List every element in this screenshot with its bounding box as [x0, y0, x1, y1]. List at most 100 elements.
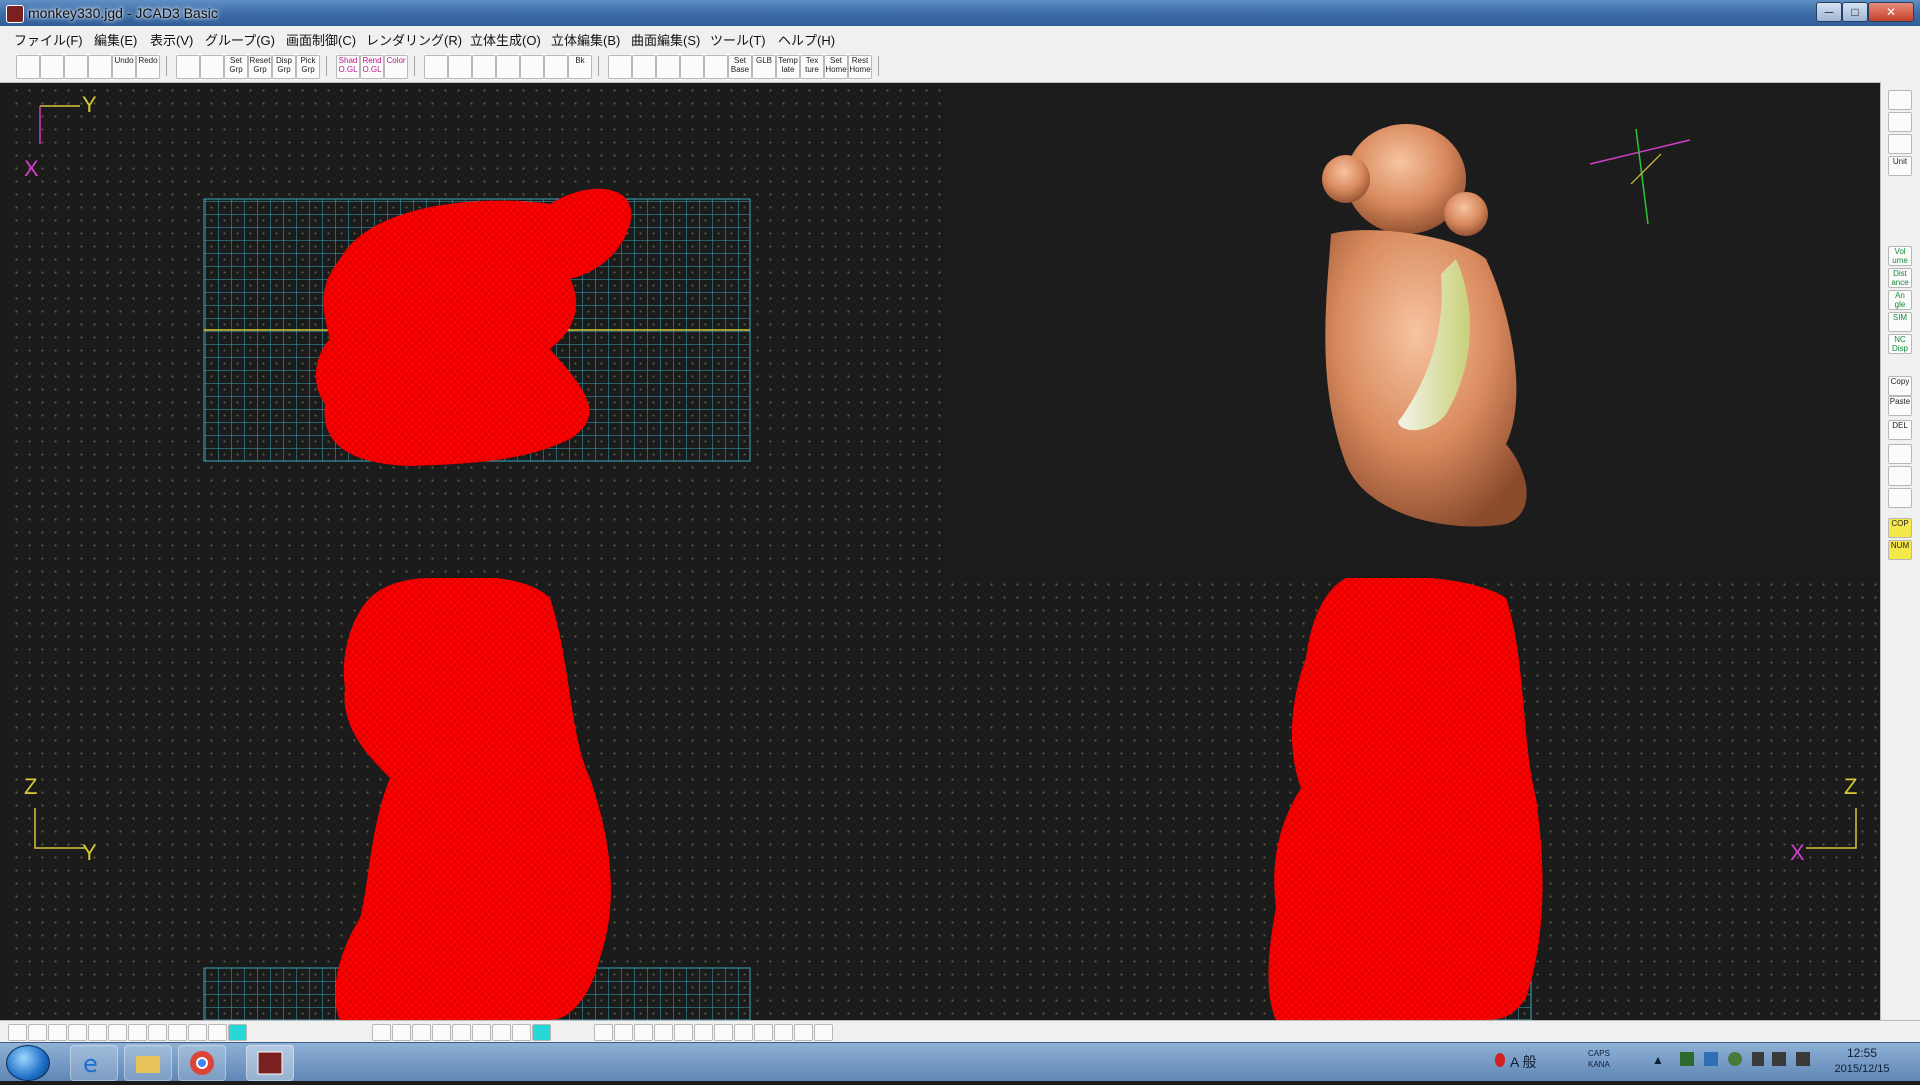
network-icon[interactable]	[1680, 1052, 1694, 1066]
toolbar-button-0-5[interactable]: Redo	[136, 55, 160, 79]
right-panel-button-4[interactable]: Vol ume	[1888, 246, 1912, 266]
toolbar-button-4-2[interactable]	[656, 55, 680, 79]
toolbar-button-2-2[interactable]: Color	[384, 55, 408, 79]
menu-item-0[interactable]: ファイル(F)	[14, 30, 83, 49]
bottom-toolbar-button-20[interactable]	[532, 1024, 551, 1041]
right-panel-button-12[interactable]	[1888, 444, 1912, 464]
tray-icon[interactable]	[1495, 1053, 1505, 1067]
toolbar-button-3-6[interactable]: Bk	[568, 55, 592, 79]
bottom-toolbar-button-25[interactable]	[674, 1024, 693, 1041]
viewport-side[interactable]: Z X	[946, 578, 1880, 1020]
right-panel-button-1[interactable]	[1888, 112, 1912, 132]
rendered-model[interactable]	[1322, 124, 1527, 527]
start-button[interactable]	[6, 1045, 50, 1081]
bottom-toolbar-button-27[interactable]	[714, 1024, 733, 1041]
bottom-toolbar-button-23[interactable]	[634, 1024, 653, 1041]
toolbar-button-2-0[interactable]: Shad O.GL	[336, 55, 360, 79]
menu-item-8[interactable]: 曲面編集(S)	[631, 30, 700, 49]
viewport-front[interactable]: Z Y	[10, 578, 944, 1020]
viewport-perspective[interactable]	[946, 84, 1880, 576]
menu-item-10[interactable]: ヘルプ(H)	[778, 30, 835, 49]
volume-icon[interactable]	[1796, 1052, 1810, 1066]
ie-taskbar-button[interactable]: e	[70, 1045, 118, 1081]
toolbar-button-0-4[interactable]: Undo	[112, 55, 136, 79]
toolbar-button-0-2[interactable]	[64, 55, 88, 79]
right-panel-button-10[interactable]: Paste	[1888, 396, 1912, 416]
bottom-toolbar-button-8[interactable]	[168, 1024, 187, 1041]
ime-indicator[interactable]: A 般	[1510, 1052, 1536, 1072]
toolbar-button-1-0[interactable]	[176, 55, 200, 79]
menu-item-5[interactable]: レンダリング(R)	[366, 30, 462, 49]
toolbar-button-1-3[interactable]: Reset Grp	[248, 55, 272, 79]
bottom-toolbar-button-22[interactable]	[614, 1024, 633, 1041]
bottom-toolbar-button-10[interactable]	[208, 1024, 227, 1041]
bottom-toolbar-button-14[interactable]	[412, 1024, 431, 1041]
right-panel-button-13[interactable]	[1888, 466, 1912, 486]
toolbar-button-0-0[interactable]	[16, 55, 40, 79]
bottom-toolbar-button-3[interactable]	[68, 1024, 87, 1041]
wireframe-model[interactable]	[335, 578, 611, 1020]
toolbar-button-1-2[interactable]: Set Grp	[224, 55, 248, 79]
menu-item-7[interactable]: 立体編集(B)	[551, 30, 620, 49]
bottom-toolbar-button-0[interactable]	[8, 1024, 27, 1041]
viewport-top[interactable]: Y X	[10, 84, 944, 576]
menu-item-9[interactable]: ツール(T)	[710, 30, 766, 49]
bottom-toolbar-button-21[interactable]	[594, 1024, 613, 1041]
toolbar-button-4-10[interactable]: Rest Home	[848, 55, 872, 79]
toolbar-button-4-1[interactable]	[632, 55, 656, 79]
bottom-toolbar-button-26[interactable]	[694, 1024, 713, 1041]
menu-item-1[interactable]: 編集(E)	[94, 30, 137, 49]
toolbar-button-3-0[interactable]	[424, 55, 448, 79]
toolbar-button-0-1[interactable]	[40, 55, 64, 79]
toolbar-button-3-5[interactable]	[544, 55, 568, 79]
toolbar-button-4-8[interactable]: Tex ture	[800, 55, 824, 79]
bottom-toolbar-button-19[interactable]	[512, 1024, 531, 1041]
bottom-toolbar-button-18[interactable]	[492, 1024, 511, 1041]
toolbar-button-1-5[interactable]: Pick Grp	[296, 55, 320, 79]
bottom-toolbar-button-30[interactable]	[774, 1024, 793, 1041]
right-panel-button-2[interactable]	[1888, 134, 1912, 154]
flag-icon[interactable]	[1752, 1052, 1764, 1066]
explorer-taskbar-button[interactable]	[124, 1045, 172, 1081]
bottom-toolbar-button-9[interactable]	[188, 1024, 207, 1041]
toolbar-button-3-3[interactable]	[496, 55, 520, 79]
right-panel-button-14[interactable]	[1888, 488, 1912, 508]
clock-date[interactable]: 2015/12/15	[1826, 1063, 1898, 1075]
right-panel-button-11[interactable]: DEL	[1888, 420, 1912, 440]
toolbar-button-4-7[interactable]: Temp late	[776, 55, 800, 79]
bottom-toolbar-button-1[interactable]	[28, 1024, 47, 1041]
right-panel-button-9[interactable]: Copy	[1888, 376, 1912, 396]
clock-time[interactable]: 12:55	[1832, 1046, 1892, 1060]
toolbar-button-4-0[interactable]	[608, 55, 632, 79]
menu-item-3[interactable]: グループ(G)	[205, 30, 275, 49]
bottom-toolbar-button-17[interactable]	[472, 1024, 491, 1041]
toolbar-button-3-2[interactable]	[472, 55, 496, 79]
bottom-toolbar-button-32[interactable]	[814, 1024, 833, 1041]
menu-item-2[interactable]: 表示(V)	[150, 30, 193, 49]
windows-flag-icon[interactable]	[1704, 1052, 1718, 1066]
toolbar-button-0-3[interactable]	[88, 55, 112, 79]
sync-icon[interactable]	[1728, 1052, 1742, 1066]
toolbar-button-2-1[interactable]: Rend O.GL	[360, 55, 384, 79]
chrome-taskbar-button[interactable]	[178, 1045, 226, 1081]
toolbar-button-1-1[interactable]	[200, 55, 224, 79]
bottom-toolbar-button-24[interactable]	[654, 1024, 673, 1041]
bottom-toolbar-button-28[interactable]	[734, 1024, 753, 1041]
toolbar-button-4-3[interactable]	[680, 55, 704, 79]
bottom-toolbar-button-11[interactable]	[228, 1024, 247, 1041]
bottom-toolbar-button-12[interactable]	[372, 1024, 391, 1041]
right-panel-button-8[interactable]: NC Disp	[1888, 334, 1912, 354]
right-panel-button-5[interactable]: Dist ance	[1888, 268, 1912, 288]
bottom-toolbar-button-13[interactable]	[392, 1024, 411, 1041]
toolbar-button-1-4[interactable]: Disp Grp	[272, 55, 296, 79]
jcad-taskbar-button[interactable]	[246, 1045, 294, 1081]
right-panel-button-16[interactable]: NUM	[1888, 540, 1912, 560]
menu-item-6[interactable]: 立体生成(O)	[470, 30, 541, 49]
toolbar-button-4-9[interactable]: Set Home	[824, 55, 848, 79]
bottom-toolbar-button-31[interactable]	[794, 1024, 813, 1041]
bottom-toolbar-button-2[interactable]	[48, 1024, 67, 1041]
close-button[interactable]: ✕	[1868, 2, 1914, 22]
bottom-toolbar-button-4[interactable]	[88, 1024, 107, 1041]
show-hidden-icons[interactable]: ▲	[1652, 1053, 1664, 1067]
toolbar-button-3-1[interactable]	[448, 55, 472, 79]
